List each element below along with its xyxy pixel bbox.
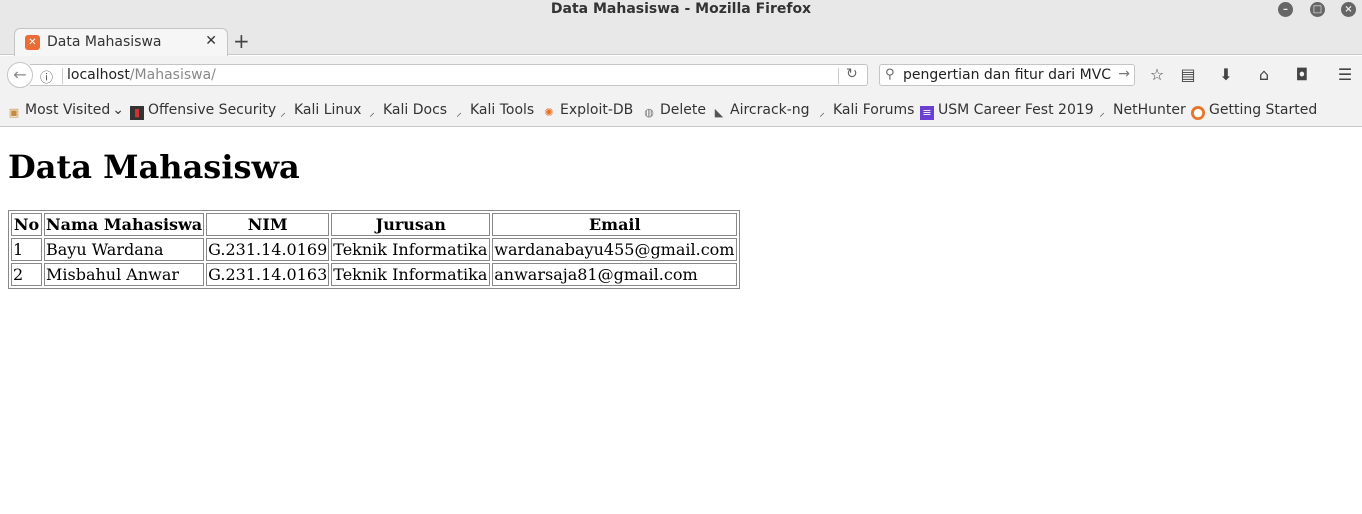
bookmark-kali-forums[interactable]: ⸝ Kali Forums [815, 102, 914, 120]
url-bar[interactable]: ⓘ localhost/Mahasiswa/ ↻ [30, 64, 868, 86]
cell-nama: Bayu Wardana [44, 238, 205, 261]
maximize-button[interactable]: □ [1310, 2, 1325, 17]
kali-icon: ⸝ [819, 106, 825, 119]
url-host: localhost [67, 67, 130, 83]
bookmark-label: Delete [660, 102, 706, 118]
chevron-down-icon: ⌄ [112, 102, 124, 118]
new-tab-button[interactable]: + [233, 29, 250, 53]
close-window-button[interactable]: × [1341, 2, 1356, 17]
column-header-email: Email [492, 213, 738, 236]
mahasiswa-table: No Nama Mahasiswa NIM Jurusan Email 1 Ba… [8, 210, 741, 289]
pocket-icon[interactable]: ◘ [1292, 65, 1312, 85]
close-tab-icon[interactable]: ✕ [205, 33, 217, 49]
bookmark-label: Kali Docs [383, 102, 448, 118]
bookmark-offensive-security[interactable]: ▮ Offensive Security [130, 102, 276, 120]
column-header-no: No [11, 213, 42, 236]
bookmark-label: USM Career Fest 2019 [938, 102, 1094, 118]
menu-icon[interactable]: ☰ [1335, 65, 1355, 85]
reading-list-icon[interactable]: ▤ [1178, 65, 1198, 85]
bookmark-label: Getting Started [1209, 102, 1318, 118]
bookmark-usm-career-fest[interactable]: ≡ USM Career Fest 2019 [920, 102, 1094, 120]
column-header-nama: Nama Mahasiswa [44, 213, 205, 236]
cell-email: wardanabayu455@gmail.com [492, 238, 738, 261]
firefox-icon: ● [1191, 106, 1205, 120]
exploitdb-icon: ✺ [544, 106, 554, 119]
cell-no: 2 [11, 263, 42, 286]
cell-jurusan: Teknik Informatika [331, 263, 491, 286]
bookmark-nethunter[interactable]: ⸝ NetHunter [1095, 102, 1186, 120]
tab-strip: ✕ Data Mahasiswa ✕ + [0, 22, 1362, 56]
bookmark-label: Aircrack-ng [730, 102, 810, 118]
home-icon[interactable]: ⌂ [1254, 65, 1274, 85]
tab-data-mahasiswa[interactable]: ✕ Data Mahasiswa ✕ [14, 28, 228, 56]
kali-icon: ⸝ [456, 106, 462, 119]
table-header-row: No Nama Mahasiswa NIM Jurusan Email [11, 213, 738, 236]
search-input[interactable]: pengertian dan fitur dari MVC [903, 67, 1111, 83]
page-title: Data Mahasiswa [8, 148, 300, 186]
bookmark-label: Kali Forums [833, 102, 915, 118]
search-bar[interactable]: ⚲ pengertian dan fitur dari MVC → [879, 64, 1135, 86]
cell-nama: Misbahul Anwar [44, 263, 205, 286]
kali-icon: ⸝ [280, 106, 286, 119]
downloads-icon[interactable]: ⬇ [1216, 65, 1236, 85]
tab-label: Data Mahasiswa [47, 34, 162, 50]
search-icon: ⚲ [885, 67, 895, 82]
bookmark-kali-linux[interactable]: ⸝ Kali Linux [276, 102, 361, 120]
back-button[interactable]: ← [7, 62, 33, 88]
bookmark-star-icon[interactable]: ☆ [1147, 65, 1167, 85]
bookmark-getting-started[interactable]: ● Getting Started [1191, 102, 1317, 120]
search-go-icon[interactable]: → [1118, 66, 1130, 82]
bookmark-label: Most Visited [25, 102, 111, 118]
cell-email: anwarsaja81@gmail.com [492, 263, 738, 286]
url-path: /Mahasiswa/ [129, 67, 216, 83]
bookmark-label: Exploit-DB [560, 102, 634, 118]
bookmarks-bar: ▣ Most Visited ⌄ ▮ Offensive Security ⸝ Kali… [0, 94, 1362, 127]
window-title: Data Mahasiswa - Mozilla Firefox [550, 1, 812, 17]
minimize-button[interactable]: – [1278, 2, 1293, 17]
offsec-icon: ▮ [130, 106, 144, 120]
bookmark-delete[interactable]: ◍ Delete [642, 102, 706, 120]
bookmark-label: NetHunter [1113, 102, 1186, 118]
xampp-icon: ✕ [25, 35, 40, 50]
cell-nim: G.231.14.0169 [206, 238, 330, 261]
bookmark-exploit-db[interactable]: ✺ Exploit-DB [542, 102, 633, 120]
bookmark-kali-tools[interactable]: ⸝ Kali Tools [452, 102, 534, 120]
cell-nim: G.231.14.0163 [206, 263, 330, 286]
globe-icon: ◍ [644, 106, 654, 119]
bookmark-label: Offensive Security [148, 102, 277, 118]
aircrack-icon: ◣ [714, 106, 724, 119]
form-icon: ≡ [920, 106, 934, 120]
folder-icon: ▣ [8, 106, 20, 119]
column-header-nim: NIM [206, 213, 330, 236]
bookmark-label: Kali Linux [294, 102, 362, 118]
page-content: Data Mahasiswa No Nama Mahasiswa NIM Jur… [0, 128, 1362, 514]
column-header-jurusan: Jurusan [331, 213, 491, 236]
bookmark-aircrack-ng[interactable]: ◣ Aircrack-ng [712, 102, 810, 120]
cell-jurusan: Teknik Informatika [331, 238, 491, 261]
table-row: 2 Misbahul Anwar G.231.14.0163 Teknik In… [11, 263, 738, 286]
kali-icon: ⸝ [369, 106, 375, 119]
cell-no: 1 [11, 238, 42, 261]
bookmark-label: Kali Tools [470, 102, 535, 118]
url-text[interactable]: localhost/Mahasiswa/ [67, 67, 216, 83]
window-titlebar: Data Mahasiswa - Mozilla Firefox – □ × [0, 0, 1362, 22]
bookmark-kali-docs[interactable]: ⸝ Kali Docs [365, 102, 447, 120]
info-icon[interactable]: ⓘ [40, 67, 53, 86]
reload-icon[interactable]: ↻ [846, 66, 858, 82]
table-row: 1 Bayu Wardana G.231.14.0169 Teknik Info… [11, 238, 738, 261]
navigation-bar: ⓘ localhost/Mahasiswa/ ↻ ← ⚲ pengertian … [0, 56, 1362, 94]
kali-icon: ⸝ [1099, 106, 1105, 119]
url-divider [62, 68, 63, 84]
reload-divider [838, 68, 839, 84]
bookmark-most-visited[interactable]: ▣ Most Visited ⌄ [7, 102, 124, 120]
